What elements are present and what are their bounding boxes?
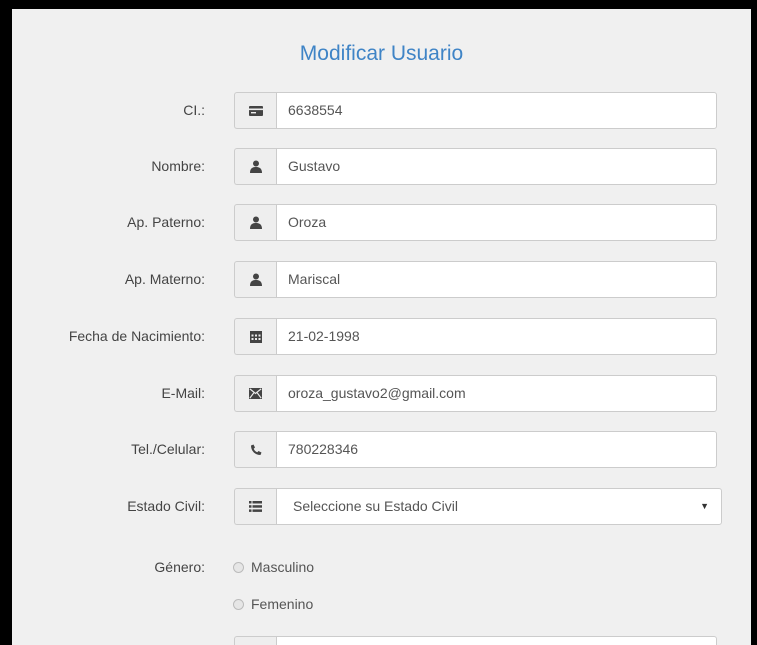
ap-materno-label: Ap. Materno: [124,271,205,287]
nombre-label: Nombre: [151,158,205,174]
form-title: Modificar Usuario [299,42,464,65]
radio-masculino[interactable]: Masculino [233,557,314,577]
radio-femenino[interactable]: Femenino [233,594,313,614]
estado-civil-label: Estado Civil: [127,498,205,514]
fecha-label: Fecha de Nacimiento: [68,328,205,344]
row-email: E-Mail: oroza_gustavo2@gmail.com [12,375,751,412]
row-ap-paterno: Ap. Paterno: Oroza [12,204,751,241]
window-frame-left [0,0,12,645]
calendar-icon [234,318,276,355]
telefono-input[interactable]: 780228346 [276,431,717,468]
ap-paterno-input[interactable]: Oroza [276,204,717,241]
radio-masculino-label: Masculino [251,559,315,575]
ap-paterno-label: Ap. Paterno: [127,214,205,230]
row-fecha-nacimiento: Fecha de Nacimiento: 21-02-1998 [12,318,751,355]
addon-partial [234,636,276,645]
id-card-icon [234,92,276,129]
list-icon [234,488,276,525]
phone-icon [234,431,276,468]
row-telefono: Tel./Celular: 780228346 [12,431,751,468]
radio-circle-icon[interactable] [233,598,244,610]
row-ap-materno: Ap. Materno: Mariscal [12,261,751,298]
ci-label: CI.: [183,102,205,118]
email-label: E-Mail: [161,385,205,401]
window-frame-right [751,0,757,645]
genero-label: Género: [154,559,205,575]
chevron-down-icon: ▼ [700,501,709,511]
estado-civil-selected: Seleccione su Estado Civil [293,498,458,514]
input-partial[interactable] [276,636,717,645]
fecha-input[interactable]: 21-02-1998 [276,318,717,355]
telefono-label: Tel./Celular: [131,441,205,457]
radio-femenino-label: Femenino [251,596,314,612]
email-input[interactable]: oroza_gustavo2@gmail.com [276,375,717,412]
row-nombre: Nombre: Gustavo [12,148,751,185]
radio-circle-icon[interactable] [233,561,244,573]
user-icon [234,261,276,298]
estado-civil-select[interactable]: Seleccione su Estado Civil ▼ [276,488,722,525]
row-ci: CI.: 6638554 [12,92,751,129]
user-icon [234,204,276,241]
row-estado-civil: Estado Civil: Seleccione su Estado Civil… [12,488,751,525]
form-panel: Modificar Usuario CI.: 6638554 Nombre: G… [12,9,751,645]
nombre-input[interactable]: Gustavo [276,148,717,185]
ci-input[interactable]: 6638554 [276,92,717,129]
envelope-icon [234,375,276,412]
ap-materno-input[interactable]: Mariscal [276,261,717,298]
user-icon [234,148,276,185]
row-next-partial [12,636,751,645]
window-frame-top [0,0,757,9]
